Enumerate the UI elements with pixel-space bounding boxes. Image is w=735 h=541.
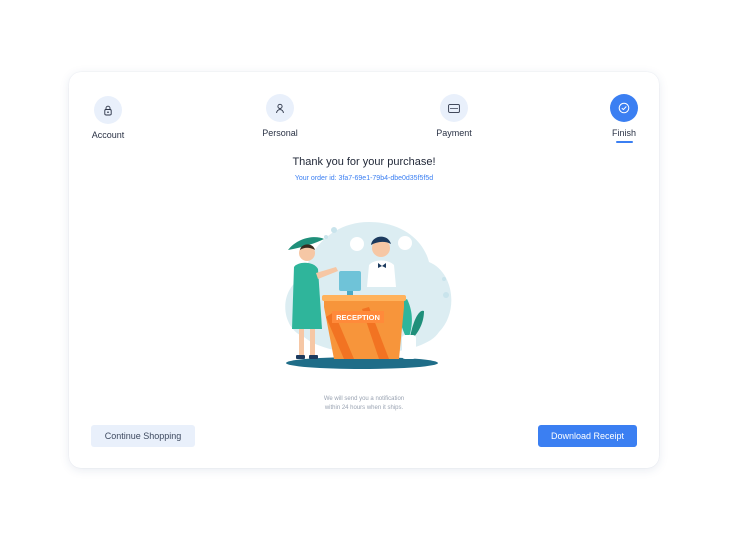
step-payment-label: Payment [436,128,472,138]
customer-leg [310,329,315,357]
decor-dot [324,235,328,239]
step-payment-circle [440,94,468,122]
step-account-label: Account [91,130,125,140]
desk-top [322,295,406,301]
computer-monitor [339,271,361,291]
download-receipt-button[interactable]: Download Receipt [538,425,637,447]
user-icon [276,103,284,113]
step-account-circle [94,96,122,124]
shipping-note-line-2: within 24 hours when it ships. [324,405,404,411]
order-id: Your order id: 3fa7-69e1-79b4-dbe0d35f5f… [294,175,434,182]
lock-icon [104,105,112,115]
receptionist-body [367,260,396,287]
shipping-note-line-1: We will send you a notification [323,396,405,402]
step-account[interactable]: Account [68,96,148,140]
check-circle-icon [618,102,630,114]
credit-card-icon [448,103,460,113]
reception-illustration: RECEPTION [285,222,452,369]
checkout-card: Account Personal Payment Finish Thank yo… [69,72,659,468]
customer-shoe [296,355,305,359]
wall-plate [350,237,364,251]
page-title: Thank you for your purchase! [292,156,436,168]
step-finish[interactable]: Finish [584,94,664,143]
reception-sign-text: RECEPTION [336,313,380,322]
step-finish-label: Finish [611,128,636,138]
decor-dot [443,292,449,298]
decor-dot [331,227,337,233]
plant-pot [402,335,416,359]
step-personal-circle [266,94,294,122]
customer-leg [299,329,304,357]
shipping-note: We will send you a notification within 2… [69,395,659,413]
wall-plate [398,236,412,250]
active-step-indicator [615,141,633,143]
continue-shopping-button[interactable]: Continue Shopping [91,425,195,447]
decor-dot [442,277,446,281]
customer-shoe [309,355,318,359]
step-personal-label: Personal [262,128,298,138]
step-finish-circle [610,94,638,122]
step-payment[interactable]: Payment [414,94,494,138]
step-personal[interactable]: Personal [240,94,320,138]
